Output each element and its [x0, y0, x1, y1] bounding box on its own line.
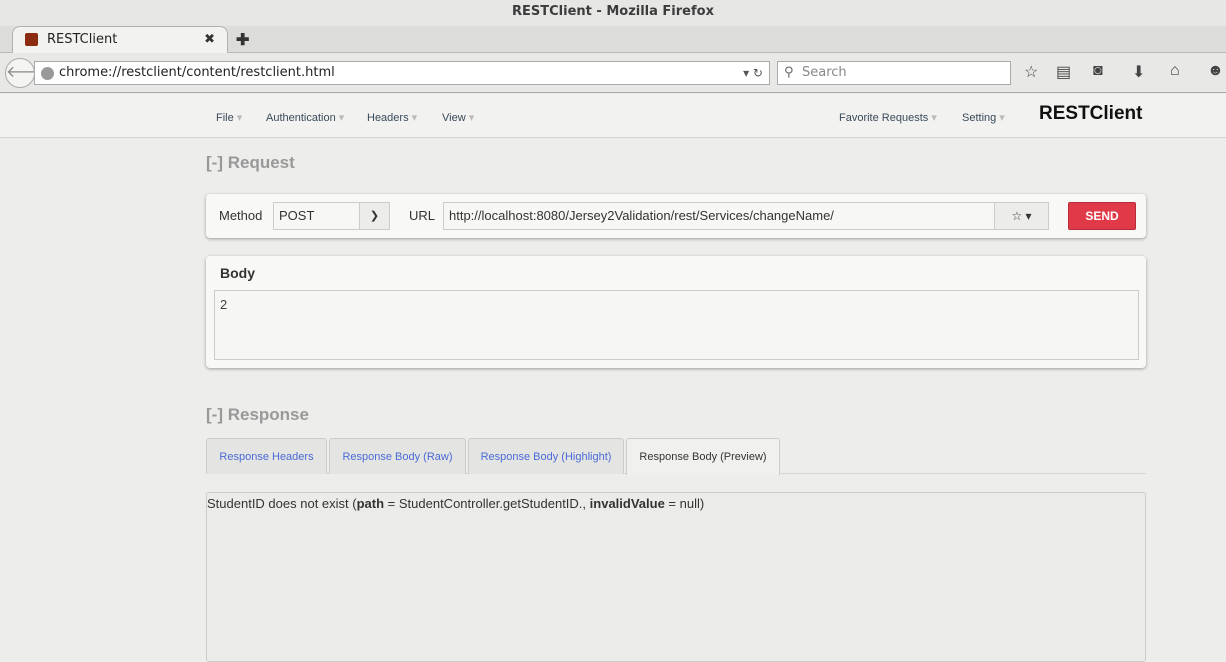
home-icon[interactable]: ⌂	[1170, 62, 1180, 80]
menu-authentication[interactable]: Authentication	[266, 111, 344, 124]
back-button[interactable]: 🡐	[5, 58, 49, 88]
window-title: RESTClient - Mozilla Firefox	[0, 0, 1226, 26]
preview-key-invalid-value: invalidValue	[589, 496, 665, 511]
new-tab-button[interactable]: ✚	[236, 30, 249, 50]
chevron-down-icon[interactable]: ❯	[359, 203, 389, 229]
preview-key-path: path	[356, 496, 385, 511]
menu-headers[interactable]: Headers	[367, 111, 417, 124]
menu-view[interactable]: View	[442, 111, 474, 124]
reload-icon[interactable]: ▾ ↻	[743, 62, 763, 84]
bookmark-star-icon[interactable]: ☆	[1024, 62, 1038, 82]
request-url-value: http://localhost:8080/Jersey2Validation/…	[449, 208, 834, 223]
response-section-toggle[interactable]: [-] Response	[206, 405, 309, 425]
url-label: URL	[409, 208, 436, 223]
url-bar[interactable]: chrome://restclient/content/restclient.h…	[34, 61, 770, 85]
search-placeholder: Search	[802, 65, 847, 80]
tab-title: RESTClient	[47, 32, 118, 47]
browser-tab[interactable]: RESTClient ✖	[12, 26, 228, 54]
tab-response-body-raw[interactable]: Response Body (Raw)	[329, 438, 466, 474]
request-section-toggle[interactable]: [-] Request	[206, 153, 295, 173]
tab-response-body-preview[interactable]: Response Body (Preview)	[626, 438, 780, 475]
download-icon[interactable]: ⬇	[1132, 62, 1145, 82]
close-tab-icon[interactable]: ✖	[204, 27, 215, 53]
menu-favorite-requests[interactable]: Favorite Requests	[839, 111, 937, 124]
search-input[interactable]: ⚲ Search	[777, 61, 1011, 85]
menu-file[interactable]: File	[216, 111, 242, 124]
menu-setting[interactable]: Setting	[962, 111, 1005, 124]
preview-text: = null)	[664, 496, 705, 511]
preview-text: = StudentController.getStudentID.,	[384, 496, 590, 511]
body-textarea[interactable]: 2	[214, 290, 1139, 360]
chat-icon[interactable]: ☻	[1207, 62, 1224, 80]
response-preview: StudentID does not exist (path = Student…	[206, 492, 1146, 662]
method-label: Method	[219, 208, 263, 223]
restclient-favicon-icon	[25, 33, 38, 46]
tab-response-body-highlight[interactable]: Response Body (Highlight)	[468, 438, 624, 474]
favorite-star-dropdown-icon[interactable]: ☆ ▾	[994, 203, 1048, 229]
search-icon: ⚲	[784, 65, 794, 80]
method-select[interactable]: POST ❯	[273, 202, 390, 230]
body-label: Body	[220, 265, 255, 281]
request-url-input[interactable]: http://localhost:8080/Jersey2Validation/…	[443, 202, 1049, 230]
method-value: POST	[279, 208, 315, 223]
brand-title: RESTClient	[1039, 103, 1143, 124]
pocket-icon[interactable]: ◙	[1093, 62, 1103, 80]
preview-text: StudentID does not exist (	[207, 496, 357, 511]
url-text: chrome://restclient/content/restclient.h…	[59, 65, 335, 80]
globe-icon	[41, 67, 54, 80]
tab-response-headers[interactable]: Response Headers	[206, 438, 327, 474]
send-button[interactable]: SEND	[1068, 202, 1136, 230]
reading-list-icon[interactable]: ▤	[1056, 62, 1071, 82]
